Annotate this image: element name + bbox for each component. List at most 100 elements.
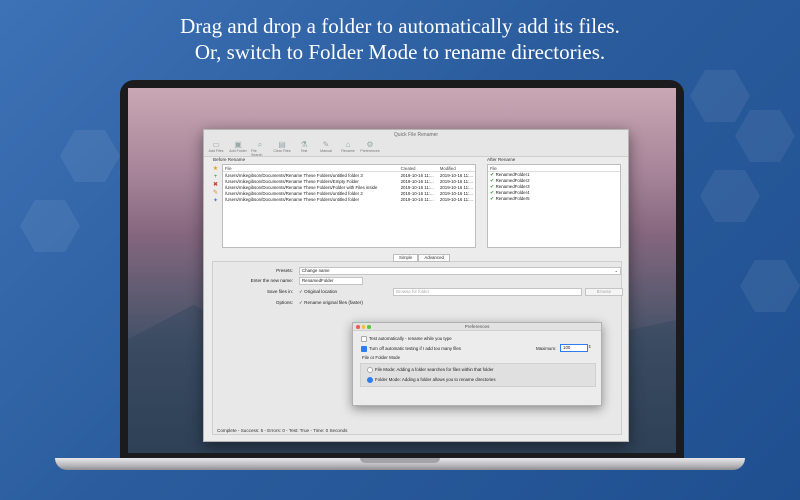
hexagon-shape bbox=[740, 260, 800, 312]
before-rename-label: Before Rename bbox=[213, 157, 246, 162]
folder-mode-radio[interactable]: Folder Mode: Adding a folder allows you … bbox=[367, 377, 496, 383]
preferences-dialog: Preferences Test automatically - rename … bbox=[352, 322, 602, 406]
table-row[interactable]: ✔ RenamedFolder5 bbox=[488, 196, 620, 202]
tag-icon[interactable]: ✦ bbox=[212, 198, 219, 205]
cell-created: 2019-10-16 11:... bbox=[400, 178, 434, 184]
after-rename-label: After Rename bbox=[487, 157, 516, 162]
checkmark-icon: ✓ bbox=[299, 289, 303, 294]
toolbar-test-button[interactable]: ⚗ Test bbox=[295, 140, 313, 156]
toolbar-add-folder-button[interactable]: ▣ Add Folder bbox=[229, 140, 247, 156]
manual-icon: ✎ bbox=[322, 140, 330, 149]
rename-original-text: Rename original files (faster) bbox=[304, 300, 363, 305]
minimize-window-icon[interactable] bbox=[361, 325, 365, 329]
before-rename-table[interactable]: File Created Modified /Users/mikegibson/… bbox=[222, 164, 476, 248]
toolbar-label: File Search bbox=[251, 149, 263, 157]
hexagon-shape bbox=[700, 170, 760, 222]
cell-created: 2019-10-16 11:... bbox=[400, 184, 434, 190]
cell-modified: 2019-10-16 11:... bbox=[439, 196, 473, 202]
hexagon-shape bbox=[690, 70, 750, 122]
new-name-input[interactable]: RenamedFolder bbox=[299, 277, 363, 285]
radio-unselected-icon bbox=[367, 367, 373, 373]
cell-created: 2019-10-16 11:... bbox=[400, 196, 434, 202]
new-name-label: Enter the new name: bbox=[250, 278, 293, 283]
hexagon-shape bbox=[60, 130, 120, 182]
cell-modified: 2019-10-16 11:... bbox=[439, 178, 473, 184]
checkbox-unchecked-icon bbox=[361, 336, 367, 342]
browse-folder-input[interactable]: Browse for folder bbox=[393, 288, 582, 296]
side-button-bar: ★ + ✖ ✎ ✦ bbox=[212, 166, 220, 206]
test-automatically-label: Test automatically - rename while you ty… bbox=[369, 336, 452, 342]
edit-icon[interactable]: ✎ bbox=[212, 190, 219, 197]
status-bar: Complete - Success: 5 - Errors: 0 - Test… bbox=[217, 428, 348, 433]
clear-icon: ▤ bbox=[278, 140, 286, 149]
file-mode-label: File Mode: Adding a folder searches for … bbox=[375, 367, 494, 373]
cell-modified: 2019-10-16 11:... bbox=[439, 172, 473, 178]
presets-value: Change name bbox=[302, 268, 330, 273]
toolbar-file-search-button[interactable]: ⌕ File Search bbox=[251, 140, 269, 157]
cell-file: ✔ RenamedFolder5 bbox=[488, 196, 620, 202]
renamed-file-text: RenamedFolder3 bbox=[495, 184, 530, 189]
toolbar-manual-button[interactable]: ✎ Manual bbox=[317, 140, 335, 156]
cell-file: /Users/mikegibson/Documents/Rename These… bbox=[225, 184, 378, 190]
toolbar-add-files-button[interactable]: ▭ Add Files bbox=[207, 140, 225, 156]
maximum-label: Maximum: bbox=[536, 346, 557, 351]
maximum-input[interactable]: 100 bbox=[560, 344, 588, 352]
tab-simple[interactable]: Simple bbox=[393, 254, 419, 262]
preferences-titlebar: Preferences bbox=[353, 323, 601, 331]
cell-created: 2019-10-16 11:... bbox=[400, 190, 434, 196]
hexagon-shape bbox=[20, 200, 80, 252]
rename-original-option[interactable]: ✓ Rename original files (faster) bbox=[299, 300, 363, 306]
toolbar-label: Add Folder bbox=[229, 149, 247, 153]
presets-select[interactable]: Change name ⌄ bbox=[299, 267, 621, 275]
toolbar-label: Rename bbox=[341, 149, 355, 153]
cell-created: 2019-10-16 11:... bbox=[400, 172, 434, 178]
renamed-file-text: RenamedFolder1 bbox=[495, 172, 530, 177]
hexagon-shape bbox=[735, 110, 795, 162]
search-icon: ⌕ bbox=[257, 140, 263, 149]
toolbar-label: Manual bbox=[320, 149, 332, 153]
toolbar-label: Clear Files bbox=[273, 149, 291, 153]
remove-icon[interactable]: ✖ bbox=[212, 182, 219, 189]
file-mode-radio[interactable]: File Mode: Adding a folder searches for … bbox=[367, 367, 494, 373]
add-folder-icon: ▣ bbox=[234, 140, 242, 149]
star-icon[interactable]: ★ bbox=[212, 166, 219, 173]
table-row[interactable]: /Users/mikegibson/Documents/Rename These… bbox=[223, 196, 475, 202]
after-rename-table[interactable]: File ✔ RenamedFolder1 ✔ RenamedFolder2 ✔ R… bbox=[487, 164, 621, 248]
radio-selected-icon bbox=[367, 377, 373, 383]
window-title: Quick File Renamer bbox=[204, 130, 628, 140]
zoom-window-icon[interactable] bbox=[367, 325, 371, 329]
preferences-title: Preferences bbox=[464, 324, 490, 329]
toolbar-clear-files-button[interactable]: ▤ Clear Files bbox=[273, 140, 291, 156]
turn-off-testing-checkbox[interactable]: Turn off automatic testing if I add too … bbox=[361, 346, 461, 352]
toolbar-label: Add Files bbox=[208, 149, 224, 153]
presets-label: Presets: bbox=[276, 268, 293, 273]
laptop-notch bbox=[360, 458, 440, 463]
original-location-text: Original location bbox=[304, 289, 338, 294]
preferences-icon: ⚙ bbox=[366, 140, 374, 149]
headline-line-2: Or, switch to Folder Mode to rename dire… bbox=[194, 40, 606, 64]
folder-mode-label: Folder Mode: Adding a folder allows you … bbox=[375, 377, 496, 383]
cell-modified: 2019-10-16 11:... bbox=[439, 184, 473, 190]
chevron-down-icon: ⌄ bbox=[614, 268, 618, 273]
toolbar-label: Preferences bbox=[360, 149, 380, 153]
add-files-icon: ▭ bbox=[212, 140, 220, 149]
toolbar-rename-button[interactable]: ⌂ Rename bbox=[339, 140, 357, 156]
renamed-file-text: RenamedFolder5 bbox=[495, 196, 530, 201]
renamed-file-text: RenamedFolder2 bbox=[495, 178, 530, 183]
stepper-icon[interactable]: ⇕ bbox=[588, 344, 591, 349]
browse-button[interactable]: Browse bbox=[585, 288, 623, 296]
desktop-screen: Quick File Renamer ▭ Add Files ▣ Add Folder… bbox=[128, 88, 676, 453]
toolbar-preferences-button[interactable]: ⚙ Preferences bbox=[360, 140, 380, 156]
mode-group-label: File or Folder Mode bbox=[362, 355, 401, 360]
cell-modified: 2019-10-16 11:... bbox=[439, 190, 473, 196]
toolbar-label: Test bbox=[300, 149, 308, 153]
save-files-label: Save files in: bbox=[266, 289, 293, 294]
checkmark-icon: ✓ bbox=[299, 300, 303, 305]
original-location-option[interactable]: ✓ Original location bbox=[299, 289, 337, 295]
test-icon: ⚗ bbox=[300, 140, 308, 149]
options-label: Options: bbox=[275, 300, 293, 305]
tab-advanced[interactable]: Advanced bbox=[418, 254, 450, 262]
add-icon[interactable]: + bbox=[212, 174, 219, 181]
test-automatically-checkbox[interactable]: Test automatically - rename while you ty… bbox=[361, 336, 452, 342]
close-window-icon[interactable] bbox=[356, 325, 360, 329]
